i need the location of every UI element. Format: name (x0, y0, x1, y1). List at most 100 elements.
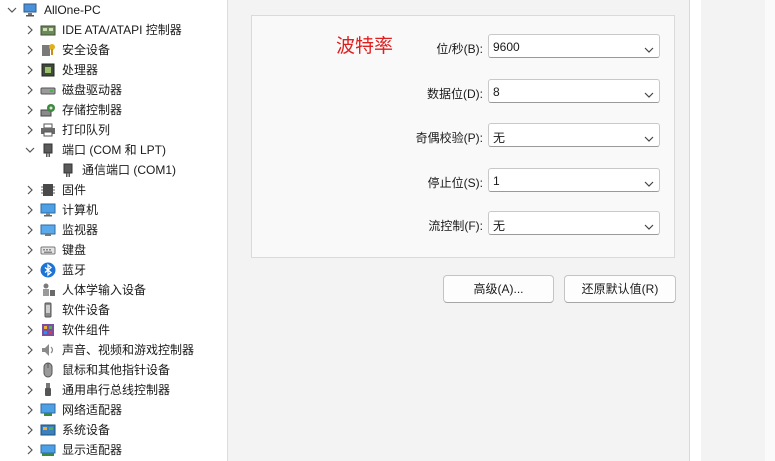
chevron-down-icon[interactable] (24, 143, 36, 157)
tree-item-label: 人体学输入设备 (62, 283, 147, 297)
tree-category-item[interactable]: IDE ATA/ATAPI 控制器 (0, 20, 226, 40)
tree-category-item[interactable]: 人体学输入设备 (0, 280, 226, 300)
system-device-icon (40, 422, 56, 438)
right-panel-strip (701, 0, 775, 461)
tree-category-item[interactable]: 蓝牙 (0, 260, 226, 280)
chevron-right-icon[interactable] (24, 203, 36, 217)
ide-controller-icon (40, 22, 56, 38)
chevron-down-icon[interactable] (6, 3, 18, 17)
hid-icon (40, 282, 56, 298)
chevron-right-icon[interactable] (24, 43, 36, 57)
tree-item-label: IDE ATA/ATAPI 控制器 (62, 23, 182, 37)
tree-child-item[interactable]: 通信端口 (COM1) (0, 160, 226, 180)
computer-icon (22, 2, 38, 18)
printer-icon (40, 122, 56, 138)
monitor-icon (40, 222, 56, 238)
tree-category-item[interactable]: 打印队列 (0, 120, 226, 140)
tree-category-item[interactable]: 软件设备 (0, 300, 226, 320)
tree-category-item[interactable]: 通用串行总线控制器 (0, 380, 226, 400)
tree-category-item[interactable]: 计算机 (0, 200, 226, 220)
chevron-right-icon[interactable] (24, 123, 36, 137)
chevron-right-icon[interactable] (24, 363, 36, 377)
security-device-icon (40, 42, 56, 58)
chevron-right-icon[interactable] (24, 23, 36, 37)
chevron-right-icon[interactable] (24, 83, 36, 97)
chevron-right-icon[interactable] (24, 403, 36, 417)
usb-icon (40, 382, 56, 398)
flow-control-label: 流控制(F): (428, 219, 483, 233)
tree-category-item[interactable]: 端口 (COM 和 LPT) (0, 140, 226, 160)
tree-item-label: 打印队列 (62, 123, 111, 137)
chevron-right-icon[interactable] (24, 283, 36, 297)
chevron-down-icon (644, 88, 654, 98)
advanced-button[interactable]: 高级(A)... (443, 275, 554, 303)
software-device-icon (40, 302, 56, 318)
tree-root-label: AllOne-PC (44, 3, 101, 17)
tree-category-item[interactable]: 键盘 (0, 240, 226, 260)
restore-defaults-button[interactable]: 还原默认值(R) (564, 275, 676, 303)
bluetooth-icon (40, 262, 56, 278)
stop-bits-label: 停止位(S): (427, 176, 483, 190)
display-adapter-icon (40, 442, 56, 458)
tree-category-item[interactable]: 固件 (0, 180, 226, 200)
tree-item-label: 键盘 (62, 243, 87, 257)
tree-item-label: 鼠标和其他指针设备 (62, 363, 171, 377)
stop-bits-select[interactable]: 1 (488, 168, 660, 192)
firmware-icon (40, 182, 56, 198)
chevron-down-icon (644, 177, 654, 187)
tree-item-label: 蓝牙 (62, 263, 87, 277)
chevron-right-icon[interactable] (24, 323, 36, 337)
tree-category-item[interactable]: 鼠标和其他指针设备 (0, 360, 226, 380)
tree-category-item[interactable]: 处理器 (0, 60, 226, 80)
parity-select[interactable]: 无 (488, 123, 660, 147)
tree-category-item[interactable]: 声音、视频和游戏控制器 (0, 340, 226, 360)
tree-item-label: 显示适配器 (62, 443, 123, 457)
parity-value: 无 (493, 131, 506, 145)
software-component-icon (40, 322, 56, 338)
tree-item-label: 软件设备 (62, 303, 111, 317)
tree-item-label: 安全设备 (62, 43, 111, 57)
tree-root[interactable]: AllOne-PC (0, 0, 226, 20)
tree-item-label: 网络适配器 (62, 403, 123, 417)
flow-control-select[interactable]: 无 (488, 211, 660, 235)
device-tree: AllOne-PC IDE ATA/ATAPI 控制器 安全设备处理器 磁盘驱动器存… (0, 0, 226, 461)
tree-category-item[interactable]: 监视器 (0, 220, 226, 240)
tree-item-label: 端口 (COM 和 LPT) (62, 143, 166, 157)
speaker-icon (40, 342, 56, 358)
chevron-right-icon[interactable] (24, 243, 36, 257)
tree-item-label: 声音、视频和游戏控制器 (62, 343, 195, 357)
chevron-right-icon[interactable] (24, 443, 36, 457)
chevron-right-icon[interactable] (24, 263, 36, 277)
stop-bits-value: 1 (493, 174, 500, 188)
chevron-right-icon[interactable] (24, 423, 36, 437)
data-bits-label: 数据位(D): (427, 87, 483, 101)
chevron-right-icon[interactable] (24, 223, 36, 237)
data-bits-value: 8 (493, 85, 500, 99)
tree-category-item[interactable]: 网络适配器 (0, 400, 226, 420)
bits-per-second-value: 9600 (493, 40, 520, 54)
chevron-right-icon[interactable] (24, 343, 36, 357)
parity-label: 奇偶校验(P): (415, 131, 483, 145)
keyboard-icon (40, 242, 56, 258)
scrollbar[interactable] (765, 0, 775, 461)
processor-icon (40, 62, 56, 78)
chevron-right-icon[interactable] (24, 63, 36, 77)
chevron-right-icon[interactable] (24, 303, 36, 317)
chevron-right-icon[interactable] (24, 383, 36, 397)
data-bits-select[interactable]: 8 (488, 79, 660, 103)
tree-category-item[interactable]: 存储控制器 (0, 100, 226, 120)
tree-item-label: 固件 (62, 183, 87, 197)
chevron-right-icon[interactable] (24, 183, 36, 197)
chevron-down-icon (644, 220, 654, 230)
chevron-down-icon (644, 132, 654, 142)
chevron-right-icon[interactable] (24, 103, 36, 117)
tree-category-item[interactable]: 软件组件 (0, 320, 226, 340)
tree-item-label: 系统设备 (62, 423, 111, 437)
tree-item-label: 通用串行总线控制器 (62, 383, 171, 397)
tree-category-item[interactable]: 安全设备 (0, 40, 226, 60)
right-gap (689, 0, 701, 461)
tree-category-item[interactable]: 系统设备 (0, 420, 226, 440)
bits-per-second-select[interactable]: 9600 (488, 34, 660, 58)
tree-category-item[interactable]: 磁盘驱动器 (0, 80, 226, 100)
tree-category-item[interactable]: 显示适配器 (0, 440, 226, 460)
